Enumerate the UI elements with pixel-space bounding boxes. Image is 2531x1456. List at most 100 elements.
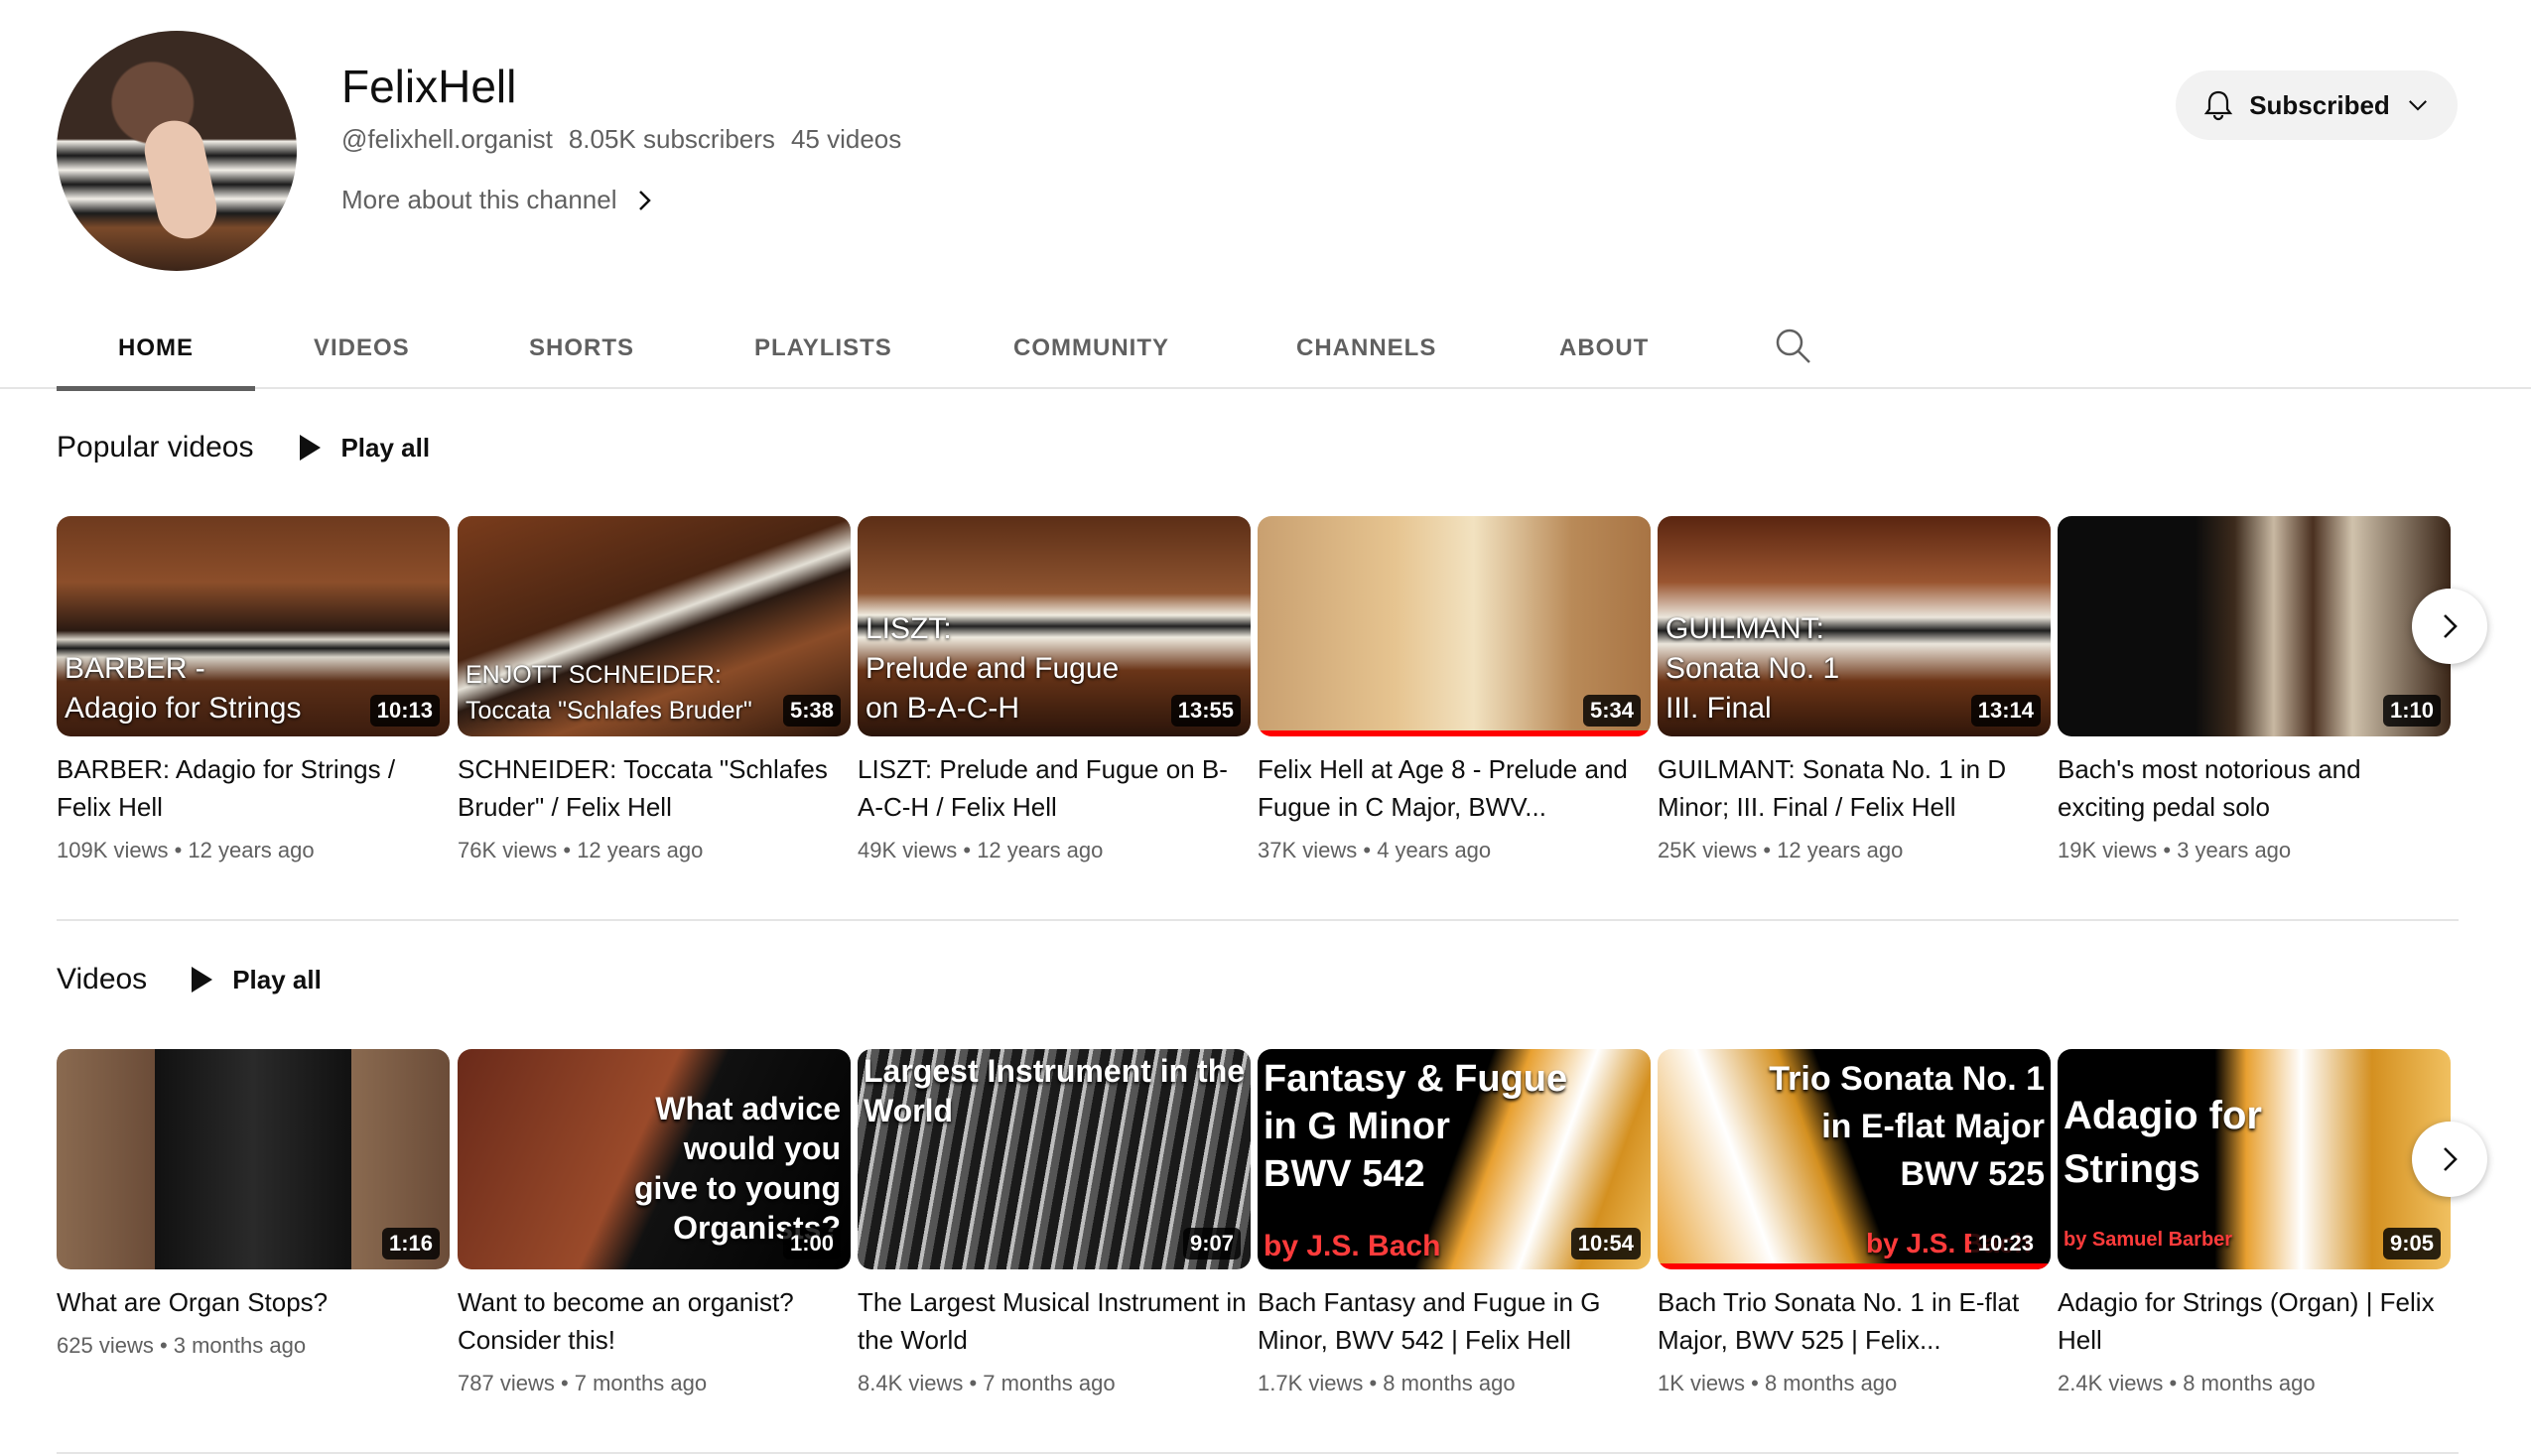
search-icon[interactable]: [1773, 326, 1812, 365]
channel-meta: @felixhell.organist 8.05K subscribers 45…: [341, 124, 901, 155]
section-title: Popular videos: [57, 431, 254, 463]
video-card[interactable]: Fantasy & Fugue in G Minor BWV 542 by J.…: [1258, 1049, 1651, 1396]
more-about-channel-link[interactable]: More about this channel: [341, 185, 655, 215]
thumbnail-caption: BARBER - Adagio for Strings: [65, 652, 302, 725]
thumbnail-caption: Trio Sonata No. 1 in E-flat Major BWV 52…: [1769, 1060, 2045, 1193]
video-thumbnail[interactable]: Adagio for Strings by Samuel Barber 9:05: [2058, 1049, 2451, 1269]
thumbnail-caption: What advice would you give to young Orga…: [634, 1091, 841, 1246]
duration-badge: 9:05: [2382, 1228, 2441, 1259]
video-count: 45 videos: [790, 124, 902, 154]
duration-badge: 13:14: [1970, 695, 2041, 727]
video-thumbnail[interactable]: 5:34: [1258, 516, 1651, 736]
video-card[interactable]: ENJOTT SCHNEIDER: Toccata "Schlafes Brud…: [458, 516, 851, 863]
chevron-right-icon: [2444, 1147, 2458, 1171]
video-card[interactable]: Adagio for Strings by Samuel Barber 9:05…: [2058, 1049, 2451, 1396]
video-title[interactable]: The Largest Musical Instrument in the Wo…: [858, 1283, 1251, 1359]
more-about-label: More about this channel: [341, 185, 617, 214]
channel-handle: @felixhell.organist: [341, 124, 553, 154]
video-thumbnail[interactable]: BARBER - Adagio for Strings 10:13: [57, 516, 450, 736]
play-all-button[interactable]: Play all: [189, 965, 322, 995]
video-title[interactable]: Adagio for Strings (Organ) | Felix Hell: [2058, 1283, 2451, 1359]
video-card[interactable]: GUILMANT: Sonata No. 1 III. Final 13:14 …: [1658, 516, 2051, 863]
carousel-next-button[interactable]: [2412, 1122, 2487, 1197]
video-stats: 8.4K views • 7 months ago: [858, 1371, 1116, 1395]
thumbnail-caption: Adagio for Strings: [2064, 1094, 2262, 1191]
subscribed-button[interactable]: Subscribed: [2176, 70, 2458, 140]
duration-badge: 5:34: [1582, 695, 1641, 727]
video-thumbnail[interactable]: 1:16: [57, 1049, 450, 1269]
thumbnail-composer: by J.S. Bach: [1264, 1230, 1441, 1262]
video-title[interactable]: LISZT: Prelude and Fugue on B-A-C-H / Fe…: [858, 750, 1251, 826]
carousel-next-button[interactable]: [2412, 589, 2487, 664]
video-title[interactable]: Want to become an organist? Consider thi…: [458, 1283, 851, 1359]
tab-home[interactable]: HOME: [57, 308, 255, 391]
video-thumbnail[interactable]: What advice would you give to young Orga…: [458, 1049, 851, 1269]
video-stats: 1K views • 8 months ago: [1658, 1371, 1898, 1395]
video-stats: 19K views • 3 years ago: [2058, 838, 2292, 862]
video-stats: 2.4K views • 8 months ago: [2058, 1371, 2316, 1395]
subscribed-label: Subscribed: [2249, 89, 2390, 120]
duration-badge: 10:13: [369, 695, 440, 727]
video-thumbnail[interactable]: ENJOTT SCHNEIDER: Toccata "Schlafes Brud…: [458, 516, 851, 736]
video-thumbnail[interactable]: GUILMANT: Sonata No. 1 III. Final 13:14: [1658, 516, 2051, 736]
tab-playlists[interactable]: PLAYLISTS: [754, 308, 892, 389]
video-card[interactable]: 1:16 What are Organ Stops? 625 views • 3…: [57, 1049, 450, 1359]
video-title[interactable]: BARBER: Adagio for Strings / Felix Hell: [57, 750, 450, 826]
video-title[interactable]: GUILMANT: Sonata No. 1 in D Minor; III. …: [1658, 750, 2051, 826]
bell-icon: [2204, 90, 2233, 121]
thumbnail-caption: GUILMANT: Sonata No. 1 III. Final: [1665, 612, 1840, 725]
duration-badge: 1:10: [2382, 695, 2441, 727]
video-thumbnail[interactable]: Fantasy & Fugue in G Minor BWV 542 by J.…: [1258, 1049, 1651, 1269]
video-stats: 109K views • 12 years ago: [57, 838, 315, 862]
video-title[interactable]: Felix Hell at Age 8 - Prelude and Fugue …: [1258, 750, 1651, 826]
video-card[interactable]: 5:34 Felix Hell at Age 8 - Prelude and F…: [1258, 516, 1651, 863]
video-title[interactable]: What are Organ Stops?: [57, 1283, 450, 1321]
section-title: Videos: [57, 963, 148, 995]
video-title[interactable]: Bach's most notorious and exciting pedal…: [2058, 750, 2451, 826]
subscriber-count: 8.05K subscribers: [568, 124, 775, 154]
duration-badge: 1:16: [381, 1228, 440, 1259]
video-stats: 37K views • 4 years ago: [1258, 838, 1492, 862]
video-card[interactable]: 1:10 Bach's most notorious and exciting …: [2058, 516, 2451, 863]
video-card[interactable]: Trio Sonata No. 1 in E-flat Major BWV 52…: [1658, 1049, 2051, 1396]
video-title[interactable]: SCHNEIDER: Toccata "Schlafes Bruder" / F…: [458, 750, 851, 826]
watch-progress-bar: [1658, 1263, 2051, 1269]
thumbnail-caption: Fantasy & Fugue in G Minor BWV 542: [1264, 1058, 1568, 1195]
video-stats: 76K views • 12 years ago: [458, 838, 704, 862]
video-thumbnail[interactable]: 1:10: [2058, 516, 2451, 736]
video-card[interactable]: BARBER - Adagio for Strings 10:13 BARBER…: [57, 516, 450, 863]
channel-tabs: HOME VIDEOS SHORTS PLAYLISTS COMMUNITY C…: [0, 308, 2531, 391]
duration-badge: 5:38: [782, 695, 841, 727]
video-thumbnail[interactable]: LISZT: Prelude and Fugue on B-A-C-H 13:5…: [858, 516, 1251, 736]
video-title[interactable]: Bach Fantasy and Fugue in G Minor, BWV 5…: [1258, 1283, 1651, 1359]
play-all-label: Play all: [340, 432, 431, 463]
tab-videos[interactable]: VIDEOS: [314, 308, 410, 389]
video-title[interactable]: Bach Trio Sonata No. 1 in E-flat Major, …: [1658, 1283, 2051, 1359]
chevron-right-icon: [638, 190, 651, 210]
duration-badge: 1:00: [782, 1228, 841, 1259]
video-card[interactable]: What advice would you give to young Orga…: [458, 1049, 851, 1396]
thumbnail-caption: LISZT: Prelude and Fugue on B-A-C-H: [866, 612, 1120, 725]
tab-about[interactable]: ABOUT: [1559, 308, 1649, 389]
tab-community[interactable]: COMMUNITY: [1013, 308, 1169, 389]
video-stats: 49K views • 12 years ago: [858, 838, 1104, 862]
chevron-down-icon: [2408, 100, 2427, 111]
channel-name: FelixHell: [341, 61, 517, 112]
video-thumbnail[interactable]: Trio Sonata No. 1 in E-flat Major BWV 52…: [1658, 1049, 2051, 1269]
thumbnail-caption: Largest Instrument in the World: [864, 1053, 1246, 1128]
duration-badge: 10:54: [1570, 1228, 1641, 1259]
video-card[interactable]: LISZT: Prelude and Fugue on B-A-C-H 13:5…: [858, 516, 1251, 863]
tab-shorts[interactable]: SHORTS: [529, 308, 634, 389]
thumbnail-composer: by Samuel Barber: [2064, 1229, 2233, 1251]
video-card[interactable]: Largest Instrument in the World 9:07 The…: [858, 1049, 1251, 1396]
play-all-button[interactable]: Play all: [297, 433, 430, 463]
video-thumbnail[interactable]: Largest Instrument in the World 9:07: [858, 1049, 1251, 1269]
video-stats: 25K views • 12 years ago: [1658, 838, 1904, 862]
tab-channels[interactable]: CHANNELS: [1296, 308, 1436, 389]
duration-badge: 10:23: [1970, 1228, 2041, 1259]
section-divider: [57, 1452, 2459, 1454]
watch-progress-bar: [1258, 730, 1651, 736]
duration-badge: 13:55: [1170, 695, 1241, 727]
videos-section-header: Videos Play all: [57, 963, 322, 996]
thumbnail-caption: ENJOTT SCHNEIDER: Toccata "Schlafes Brud…: [466, 661, 752, 725]
